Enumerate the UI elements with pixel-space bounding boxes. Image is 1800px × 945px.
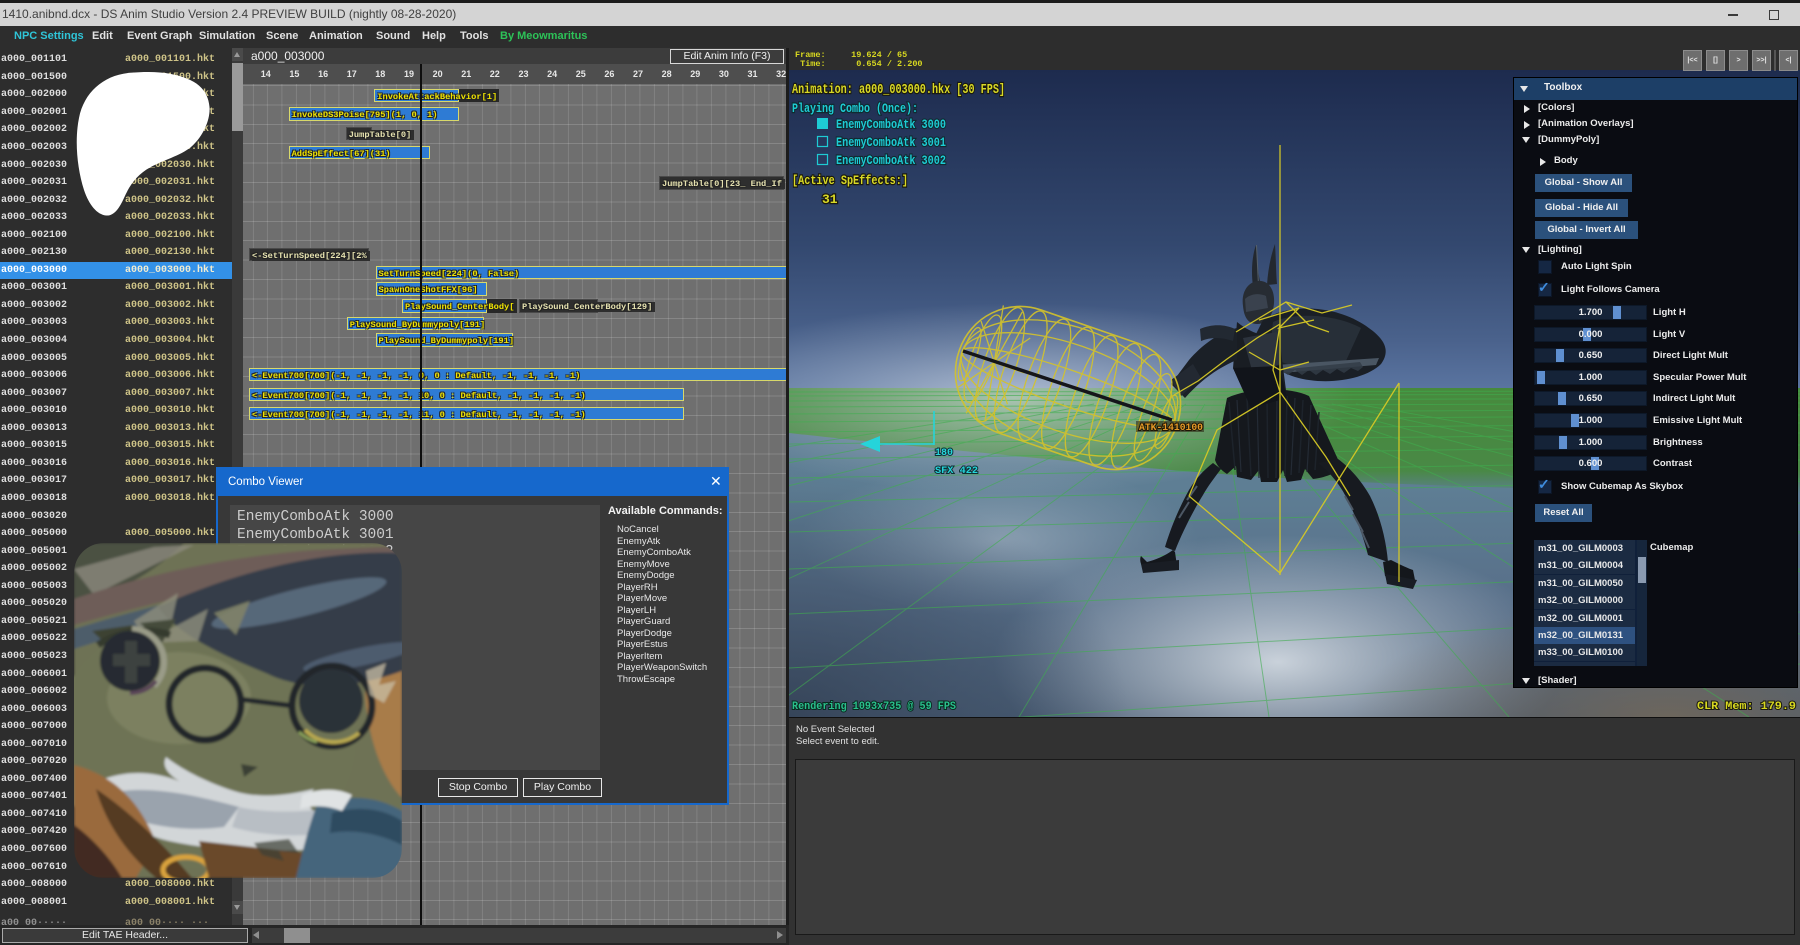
- svg-text:EnemyComboAtk 3000: EnemyComboAtk 3000: [836, 118, 946, 132]
- svg-text:180: 180: [935, 447, 953, 459]
- svg-text:Rendering 1093x735 @ 59 FPS: Rendering 1093x735 @ 59 FPS: [792, 701, 956, 713]
- svg-text:EnemyComboAtk 3001: EnemyComboAtk 3001: [836, 136, 946, 150]
- svg-text:CLR Mem: 179.9: CLR Mem: 179.9: [1697, 701, 1796, 713]
- svg-text:Playing Combo (Once):: Playing Combo (Once):: [792, 101, 918, 116]
- svg-text:[Active SpEffects:]: [Active SpEffects:]: [792, 173, 908, 188]
- svg-text:31: 31: [822, 192, 838, 207]
- svg-text:ATK-1410100: ATK-1410100: [1139, 423, 1203, 434]
- svg-text:SFX 422: SFX 422: [935, 465, 978, 477]
- svg-text:Animation: a000_003000.hkx [30: Animation: a000_003000.hkx [30 FPS]: [792, 82, 1005, 98]
- svg-text:EnemyComboAtk 3002: EnemyComboAtk 3002: [836, 154, 946, 168]
